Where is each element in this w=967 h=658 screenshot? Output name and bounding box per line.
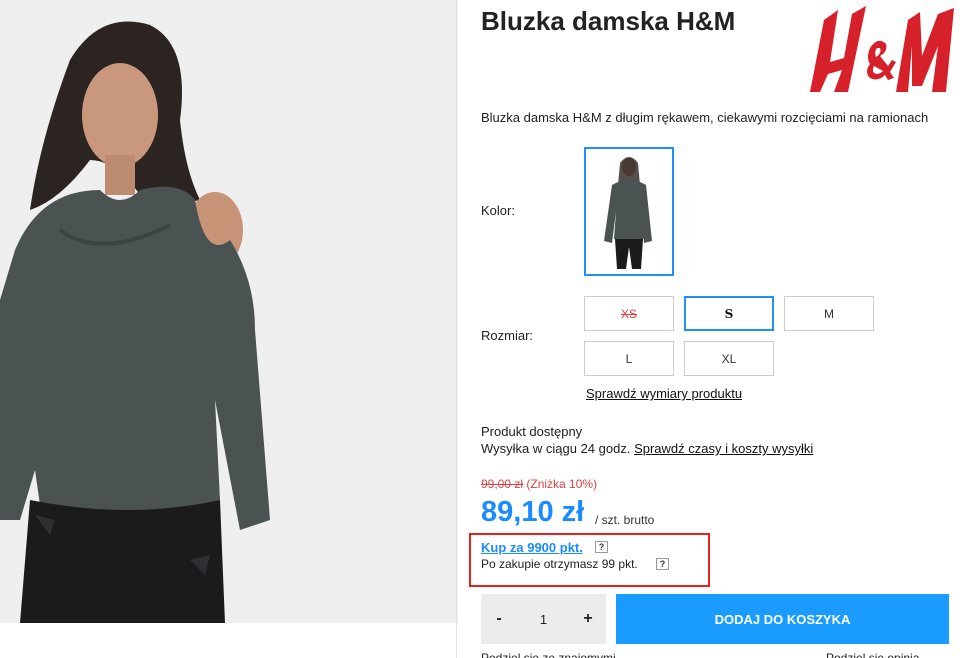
brand-logo bbox=[808, 0, 956, 100]
availability-status: Produkt dostępny bbox=[481, 424, 583, 439]
discount-label: (Zniżka 10%) bbox=[526, 477, 598, 491]
size-option-xs[interactable]: XS bbox=[584, 296, 674, 331]
color-swatch-thumbnail[interactable] bbox=[584, 147, 674, 276]
price-unit: / szt. brutto bbox=[595, 513, 655, 527]
add-to-cart-button[interactable]: DODAJ DO KOSZYKA bbox=[616, 594, 949, 644]
buy-with-points-link[interactable]: Kup za 9900 pkt. bbox=[481, 540, 583, 555]
shipping-info: Wysyłka w ciągu 24 godz. Sprawdź czasy i… bbox=[481, 440, 813, 457]
hm-logo-icon bbox=[810, 6, 954, 92]
column-divider bbox=[456, 0, 457, 658]
share-opinion-text[interactable]: Podziel się opinią bbox=[826, 651, 919, 658]
size-chart-link[interactable]: Sprawdź wymiary produktu bbox=[586, 386, 742, 401]
shipping-costs-link[interactable]: Sprawdź czasy i koszty wysyłki bbox=[634, 441, 813, 456]
size-label: Rozmiar: bbox=[481, 328, 534, 343]
quantity-input[interactable] bbox=[517, 607, 570, 631]
product-description: Bluzka damska H&M z długim rękawem, ciek… bbox=[481, 110, 929, 125]
share-friends-text[interactable]: Podziel się ze znajomymi bbox=[481, 651, 616, 658]
old-price: 99,00 zł bbox=[481, 477, 524, 491]
quantity-increase-button[interactable]: + bbox=[570, 594, 606, 644]
size-option-m[interactable]: M bbox=[784, 296, 874, 331]
points-help-icon[interactable]: ? bbox=[595, 541, 608, 553]
size-option-l[interactable]: L bbox=[584, 341, 674, 376]
color-label: Kolor: bbox=[481, 203, 515, 218]
model-photo-illustration bbox=[0, 0, 458, 623]
product-title: Bluzka damska H&M bbox=[481, 6, 736, 36]
points-earn-help-icon[interactable]: ? bbox=[656, 558, 669, 570]
quantity-decrease-button[interactable]: - bbox=[481, 594, 517, 644]
points-earned-text: Po zakupie otrzymasz 99 pkt. bbox=[481, 557, 638, 571]
product-main-photo bbox=[0, 0, 458, 623]
shipping-time: Wysyłka w ciągu 24 godz. bbox=[481, 441, 631, 456]
old-price-row: 99,00 zł (Zniżka 10%) bbox=[481, 477, 597, 491]
size-option-xl[interactable]: XL bbox=[684, 341, 774, 376]
color-swatch-image bbox=[586, 149, 672, 274]
current-price: 89,10 zł bbox=[481, 496, 585, 528]
quantity-stepper: - + bbox=[481, 594, 606, 644]
size-option-s[interactable]: S bbox=[684, 296, 774, 331]
availability-block: Produkt dostępny Wysyłka w ciągu 24 godz… bbox=[481, 423, 813, 457]
